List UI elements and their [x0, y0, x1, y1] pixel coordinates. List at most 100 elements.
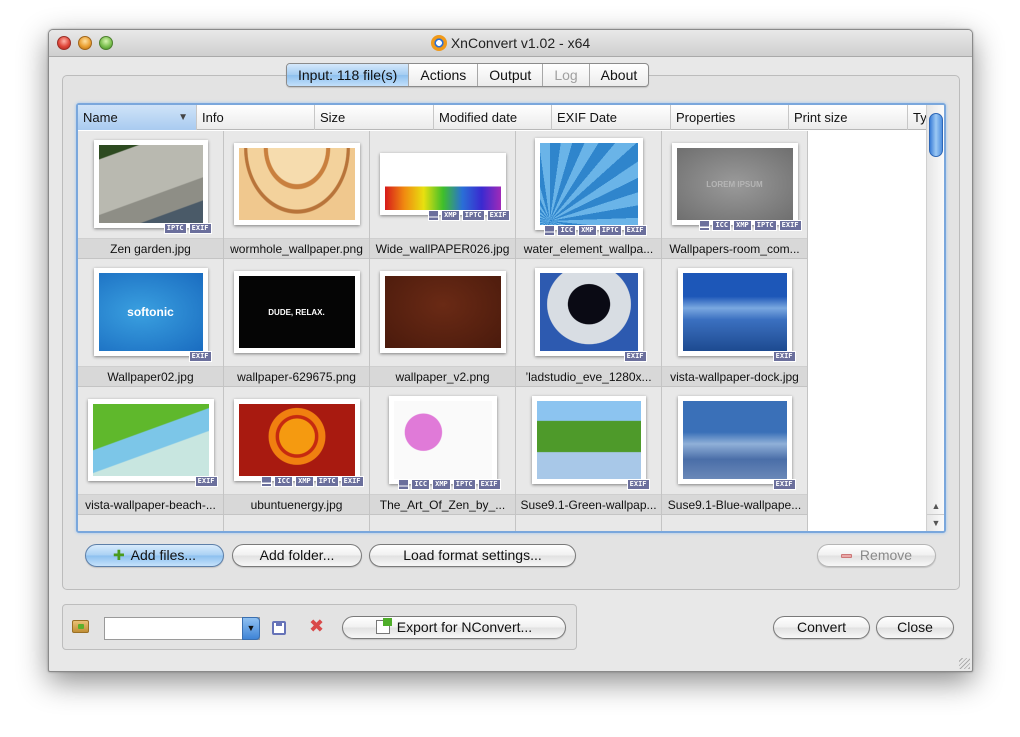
preset-combo[interactable]: ▼ — [104, 617, 260, 640]
file-thumbnail-cell[interactable] — [78, 515, 224, 531]
file-thumbnail-cell[interactable]: ICC XMP IPTC EXIF The_Art_Of_Zen_by_... — [370, 387, 516, 515]
file-thumbnail-cell[interactable]: EXIF ’ladstudio_eve_1280x... — [516, 259, 662, 387]
metadata-badge-exif: EXIF — [626, 479, 650, 490]
file-thumbnail-cell[interactable]: DUDE, RELAX. wallpaper-629675.png — [224, 259, 370, 387]
file-thumbnail-cell[interactable]: EXIF Suse9.1-Blue-wallpape... — [662, 387, 808, 515]
metadata-badge-icc: ICC — [712, 220, 732, 231]
file-thumbnail-cell[interactable]: softonic EXIF Wallpaper02.jpg — [78, 259, 224, 387]
metadata-badge-exif: EXIF — [778, 220, 802, 231]
thumbnail-image: ICC XMP IPTC EXIF — [388, 396, 501, 490]
metadata-badge-iptc: IPTC — [461, 210, 485, 221]
remove-label: Remove — [859, 547, 913, 563]
thumbnail-image: EXIF — [677, 268, 796, 362]
metadata-badge-icc: ICC — [274, 476, 294, 487]
file-thumbnail-cell[interactable]: ICC XMP IPTC EXIF water_element_wallpa... — [516, 131, 662, 259]
column-info[interactable]: Info — [197, 105, 315, 130]
thumbnail-picture — [384, 276, 501, 348]
scroll-down-arrow-icon[interactable]: ▼ — [927, 514, 944, 530]
add-folder-button[interactable]: Add folder... — [232, 544, 362, 567]
column-type[interactable]: Ty — [908, 105, 928, 130]
metadata-badge-xmp: XMP — [733, 220, 752, 231]
title-bar[interactable]: XnConvert v1.02 - x64 — [49, 30, 972, 57]
metadata-badges: ICC XMP IPTC EXIF — [544, 225, 647, 236]
thumbnail-area: ICC XMP IPTC EXIF — [224, 387, 369, 493]
thumbnail-area: ICC XMP IPTC EXIF — [370, 387, 515, 493]
column-modified-date[interactable]: Modified date — [434, 105, 552, 130]
metadata-badge-exif: EXIF — [486, 210, 510, 221]
tab-log[interactable]: Log — [543, 64, 590, 86]
file-thumbnail-cell[interactable]: EXIF vista-wallpaper-beach-... — [78, 387, 224, 515]
close-window-button[interactable] — [57, 36, 71, 50]
metadata-badges: ICC XMP IPTC EXIF — [699, 220, 802, 231]
column-name[interactable]: Name ▼ — [78, 105, 197, 130]
add-files-button[interactable]: ✚ Add files... — [85, 544, 224, 567]
page-badge-icon — [699, 220, 711, 231]
remove-button[interactable]: Remove — [817, 544, 936, 567]
metadata-badges: EXIF — [194, 476, 218, 487]
tab-input[interactable]: Input: 118 file(s) — [287, 64, 410, 86]
column-properties[interactable]: Properties — [671, 105, 789, 130]
file-thumbnail-cell[interactable] — [370, 515, 516, 531]
export-nconvert-button[interactable]: Export for NConvert... — [342, 616, 566, 639]
column-header: Name ▼ Info Size Modified date EXIF Date… — [78, 105, 928, 130]
metadata-badge-icc: ICC — [557, 225, 577, 236]
vertical-scrollbar[interactable]: ▲ ▼ — [926, 105, 944, 531]
file-thumbnail-cell[interactable]: wallpaper_v2.png — [370, 259, 516, 387]
file-thumbnail-cell[interactable] — [662, 515, 808, 531]
thumbnail-image: EXIF — [534, 268, 647, 362]
tab-about[interactable]: About — [590, 64, 649, 86]
thumbnail-picture — [393, 401, 492, 479]
file-thumbnail-cell[interactable] — [224, 515, 370, 531]
file-thumbnail-cell[interactable]: EXIF Suse9.1-Green-wallpap... — [516, 387, 662, 515]
thumbnail-picture — [238, 404, 355, 476]
metadata-badges: EXIF — [623, 351, 647, 362]
thumbnail-area: LOREM IPSUM ICC XMP IPTC EXIF — [662, 131, 807, 237]
scrollbar-thumb[interactable] — [929, 113, 943, 157]
column-exif-date[interactable]: EXIF Date — [552, 105, 671, 130]
file-thumbnail-cell[interactable]: wormhole_wallpaper.png — [224, 131, 370, 259]
tab-actions[interactable]: Actions — [409, 64, 479, 86]
file-name: Wide_wallPAPER026.jpg — [370, 238, 515, 258]
thumbnail-image — [233, 143, 360, 225]
file-name: wallpaper_v2.png — [370, 366, 515, 386]
column-size[interactable]: Size — [315, 105, 434, 130]
minimize-window-button[interactable] — [78, 36, 92, 50]
thumbnail-caption: LOREM IPSUM — [706, 179, 763, 189]
zoom-window-button[interactable] — [99, 36, 113, 50]
file-thumbnail-cell[interactable]: XMP IPTC EXIF Wide_wallPAPER026.jpg — [370, 131, 516, 259]
open-folder-icon[interactable] — [72, 620, 89, 633]
save-icon[interactable] — [272, 621, 286, 635]
close-button[interactable]: Close — [876, 616, 954, 639]
metadata-badges: ICC XMP IPTC EXIF — [261, 476, 364, 487]
convert-button[interactable]: Convert — [773, 616, 870, 639]
file-thumbnail-cell[interactable]: LOREM IPSUM ICC XMP IPTC EXIF Wallpapers-room… — [662, 131, 808, 259]
scroll-up-arrow-icon[interactable]: ▲ — [927, 498, 944, 514]
file-name: wallpaper-629675.png — [224, 366, 369, 386]
metadata-badge-iptc: IPTC — [598, 225, 622, 236]
file-thumbnail-cell[interactable]: EXIF vista-wallpaper-dock.jpg — [662, 259, 808, 387]
thumbnail-image: DUDE, RELAX. — [233, 271, 360, 353]
thumbnail-image: EXIF — [677, 396, 796, 490]
file-thumbnail-cell[interactable]: IPTC EXIF Zen garden.jpg — [78, 131, 224, 259]
file-name: ubuntuenergy.jpg — [224, 494, 369, 514]
file-list[interactable]: Name ▼ Info Size Modified date EXIF Date… — [76, 103, 946, 533]
thumbnail-area: EXIF — [662, 259, 807, 365]
load-format-settings-button[interactable]: Load format settings... — [369, 544, 576, 567]
thumbnail-area: IPTC EXIF — [78, 131, 223, 237]
column-print-size[interactable]: Print size — [789, 105, 908, 130]
dropdown-arrow-icon[interactable]: ▼ — [242, 617, 260, 640]
thumbnail-picture — [539, 143, 638, 225]
thumbnail-picture: DUDE, RELAX. — [238, 276, 355, 348]
delete-icon[interactable]: ✖ — [309, 616, 324, 637]
export-icon — [375, 618, 392, 634]
file-thumbnail-cell[interactable] — [516, 515, 662, 531]
thumbnail-picture — [682, 273, 787, 351]
file-name: Suse9.1-Green-wallpap... — [516, 494, 661, 514]
file-thumbnail-cell[interactable]: ICC XMP IPTC EXIF ubuntuenergy.jpg — [224, 387, 370, 515]
thumbnail-image: ICC XMP IPTC EXIF — [534, 138, 647, 236]
tab-output[interactable]: Output — [478, 64, 544, 86]
resize-grip[interactable] — [959, 658, 970, 669]
export-nconvert-label: Export for NConvert... — [396, 619, 533, 635]
thumbnail-area: softonic EXIF — [78, 259, 223, 365]
metadata-badge-xmp: XMP — [432, 479, 451, 490]
